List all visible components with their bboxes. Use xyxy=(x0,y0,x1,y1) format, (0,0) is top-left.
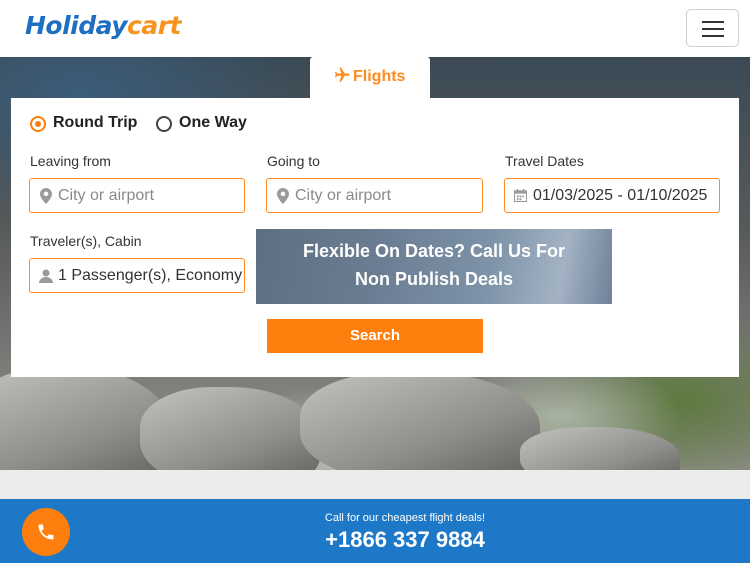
logo-holiday: Holiday xyxy=(25,11,128,40)
section-divider xyxy=(0,470,750,499)
travel-dates-input[interactable]: 01/03/2025 - 01/10/2025 xyxy=(504,178,720,213)
travelers-cabin-input[interactable]: 1 Passenger(s), Economy xyxy=(29,258,245,293)
call-phone-number[interactable]: +1866 337 9884 xyxy=(250,527,560,553)
going-to-input[interactable]: City or airport xyxy=(266,178,483,213)
hamburger-icon-bar xyxy=(702,35,724,37)
site-header: Holidaycart xyxy=(0,0,750,57)
tab-flights-label: Flights xyxy=(353,68,406,85)
call-button[interactable] xyxy=(22,508,70,556)
call-caption: Call for our cheapest flight deals! xyxy=(324,512,486,524)
promo-line-1: Flexible On Dates? Call Us For xyxy=(302,241,566,261)
travelers-cabin-value: 1 Passenger(s), Economy xyxy=(58,267,243,284)
travel-dates-label: Travel Dates xyxy=(505,153,584,169)
going-to-placeholder: City or airport xyxy=(295,187,392,204)
logo-cart: cart xyxy=(127,11,182,40)
travelers-cabin-label: Traveler(s), Cabin xyxy=(30,233,142,249)
hamburger-icon-bar xyxy=(702,28,724,30)
leaving-from-placeholder: City or airport xyxy=(58,187,155,204)
promo-line-2: Non Publish Deals xyxy=(354,269,514,289)
radio-circle xyxy=(30,116,46,132)
hamburger-icon xyxy=(702,21,724,23)
radio-circle xyxy=(156,116,172,132)
flexible-dates-promo-banner[interactable]: Flexible On Dates? Call Us For Non Publi… xyxy=(256,229,612,304)
leaving-from-input[interactable]: City or airport xyxy=(29,178,245,213)
user-icon xyxy=(39,269,53,283)
map-pin-icon xyxy=(40,188,52,204)
travel-dates-value: 01/03/2025 - 01/10/2025 xyxy=(533,187,708,204)
map-pin-icon xyxy=(277,188,289,204)
search-button[interactable]: Search xyxy=(267,319,483,353)
logo[interactable]: Holidaycart xyxy=(25,11,182,40)
menu-toggle-button[interactable] xyxy=(686,9,739,47)
plane-icon xyxy=(335,67,350,82)
one-way-label: One Way xyxy=(179,114,247,131)
tab-flights[interactable]: Flights xyxy=(310,57,430,99)
calendar-icon xyxy=(514,189,527,202)
going-to-label: Going to xyxy=(267,153,320,169)
round-trip-label: Round Trip xyxy=(53,114,138,131)
leaving-from-label: Leaving from xyxy=(30,153,111,169)
phone-icon xyxy=(38,524,54,540)
